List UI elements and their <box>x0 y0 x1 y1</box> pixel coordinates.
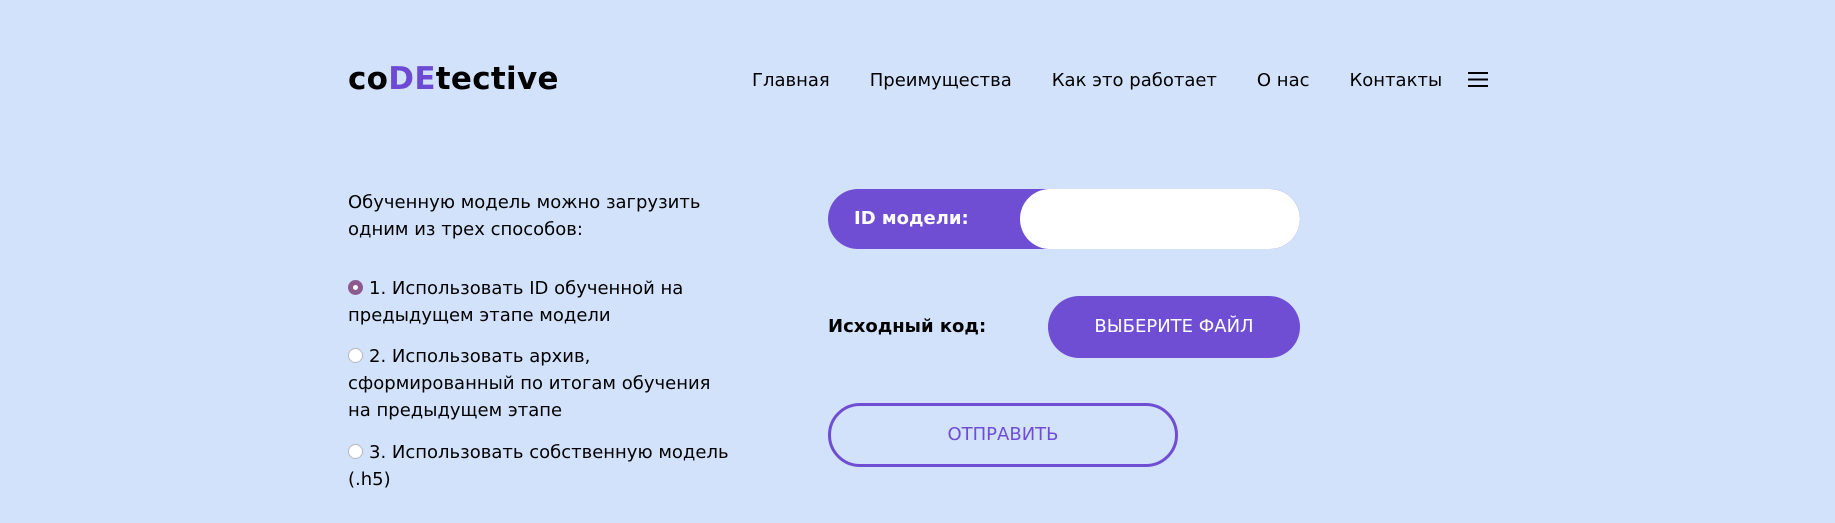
option-model-id[interactable]: 1. Использовать ID обученной на предыдущ… <box>348 275 738 329</box>
choose-file-button[interactable]: ВЫБЕРИТЕ ФАЙЛ <box>1048 296 1300 358</box>
option-own-model[interactable]: 3. Использовать собственную модель (.h5) <box>348 439 738 493</box>
option-archive[interactable]: 2. Использовать архив, сформированный по… <box>348 343 738 424</box>
nav-item-how-it-works[interactable]: Как это работает <box>1052 68 1217 94</box>
nav-item-home[interactable]: Главная <box>752 68 830 94</box>
main-nav: Главная Преимущества Как это работает О … <box>752 68 1468 94</box>
nav-item-about[interactable]: О нас <box>1257 68 1310 94</box>
radio-model-id[interactable] <box>348 280 363 295</box>
hamburger-menu-icon[interactable] <box>1468 71 1488 88</box>
radio-archive[interactable] <box>348 348 363 363</box>
option-archive-label: 2. Использовать архив, сформированный по… <box>348 346 711 421</box>
nav-item-contacts[interactable]: Контакты <box>1350 68 1443 94</box>
model-id-label: ID модели: <box>854 208 969 229</box>
upload-intro-text: Обученную модель можно загрузить одним и… <box>348 192 701 240</box>
source-code-label: Исходный код: <box>828 316 987 337</box>
logo[interactable]: coDEtective <box>348 61 559 97</box>
submit-button[interactable]: ОТПРАВИТЬ <box>828 403 1178 467</box>
option-own-model-label: 3. Использовать собственную модель (.h5) <box>348 442 729 490</box>
model-id-field-group: ID модели: <box>828 189 1300 249</box>
logo-part-tective: tective <box>435 61 559 97</box>
option-model-id-label: 1. Использовать ID обученной на предыдущ… <box>348 278 684 326</box>
nav-item-advantages[interactable]: Преимущества <box>870 68 1012 94</box>
model-id-input[interactable] <box>1020 189 1300 249</box>
logo-part-co: co <box>348 61 389 97</box>
radio-own-model[interactable] <box>348 444 363 459</box>
logo-part-de: DE <box>388 61 436 97</box>
